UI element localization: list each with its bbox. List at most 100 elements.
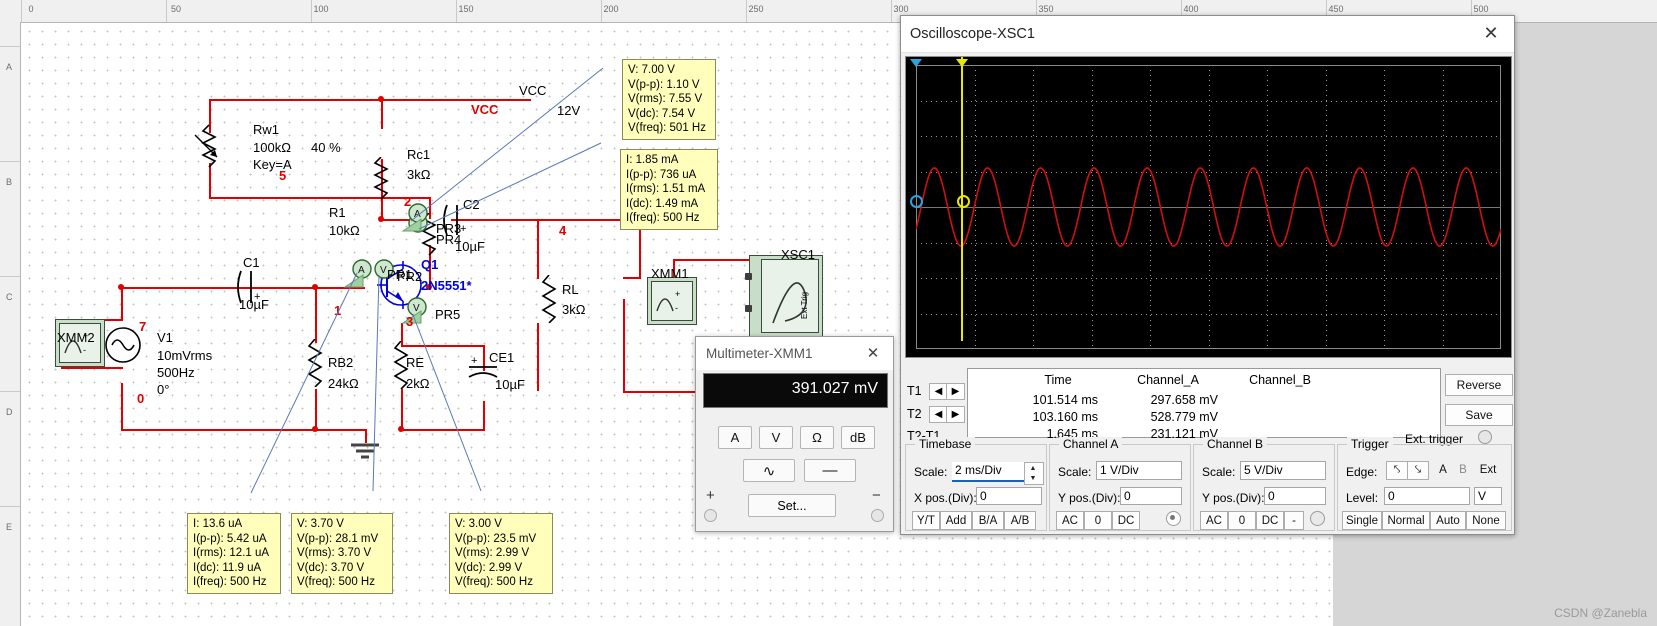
trigger-edge-rising-icon[interactable]: ⤣ — [1386, 461, 1408, 480]
channel-a-coupling-ac[interactable]: AC — [1056, 511, 1084, 530]
xsc1-terminal-b[interactable] — [745, 305, 752, 312]
circuit-label-ce1-name[interactable]: CE1 — [489, 350, 514, 365]
cursor-marker-t1-top[interactable] — [956, 59, 968, 70]
circuit-label-rc1-name[interactable]: Rc1 — [407, 147, 430, 162]
circuit-label-rb2-value[interactable]: 24kΩ — [328, 376, 359, 391]
oscilloscope-window[interactable]: Oscilloscope-XSC1 ✕ T1 ◀ ▶ T2 ◀ ▶ T2-T1 … — [900, 15, 1515, 535]
cursor-marker-left-top[interactable] — [910, 59, 922, 70]
circuit-label-v1-amp[interactable]: 10mVrms — [157, 348, 212, 363]
circuit-label-xmm1-name[interactable]: XMM1 — [651, 266, 689, 281]
circuit-label-rc1-value[interactable]: 3kΩ — [407, 167, 430, 182]
chevron-down-icon[interactable]: ▼ — [1025, 473, 1041, 483]
circuit-label-v1-freq[interactable]: 500Hz — [157, 365, 195, 380]
channel-a-ground-marker[interactable] — [910, 195, 923, 208]
circuit-label-re-name[interactable]: RE — [406, 355, 424, 370]
circuit-label-ce1-value[interactable]: 10µF — [495, 377, 525, 392]
chevron-up-icon[interactable]: ▲ — [1025, 463, 1041, 473]
circuit-label-net-1[interactable]: 1 — [334, 303, 341, 318]
circuit-label-rw1-value[interactable]: 100kΩ — [253, 140, 291, 155]
timebase-mode-ab[interactable]: A/B — [1004, 511, 1036, 530]
circuit-label-rw1-name[interactable]: Rw1 — [253, 122, 279, 137]
multimeter-mode-ac[interactable]: ∿ — [743, 459, 795, 482]
circuit-label-xmm2-name[interactable]: XMM2 — [57, 330, 95, 345]
circuit-label-net-7[interactable]: 7 — [139, 319, 146, 334]
circuit-label-q1-part[interactable]: 2N5551* — [421, 278, 472, 293]
trigger-edge-falling-icon[interactable]: ⤥ — [1407, 461, 1429, 480]
circuit-label-rl-name[interactable]: RL — [562, 282, 579, 297]
channel-b-coupling-dc[interactable]: DC — [1256, 511, 1284, 530]
circuit-label-r1-value[interactable]: 10kΩ — [329, 223, 360, 238]
circuit-label-c2-name[interactable]: C2 — [463, 197, 480, 212]
timebase-xpos-field[interactable]: 0 — [976, 487, 1042, 505]
multimeter-terminal-positive[interactable] — [704, 509, 717, 522]
rb2-resistor-symbol[interactable] — [303, 339, 329, 387]
circuit-label-vcc-voltage[interactable]: 12V — [557, 103, 580, 118]
cursor-controls[interactable]: T1 ◀ ▶ T2 ◀ ▶ T2-T1 — [905, 370, 965, 443]
channel-a-ypos-field[interactable]: 0 — [1120, 487, 1182, 505]
save-button[interactable]: Save — [1445, 404, 1513, 426]
timebase-mode-add[interactable]: Add — [940, 511, 972, 530]
circuit-label-pr4-name[interactable]: PR4 — [436, 232, 461, 247]
circuit-label-net-4[interactable]: 4 — [559, 223, 566, 238]
ext-trigger-indicator[interactable] — [1478, 430, 1492, 444]
circuit-label-rb2-name[interactable]: RB2 — [328, 355, 353, 370]
multimeter-mode-dc[interactable]: — — [804, 459, 856, 482]
timebase-scale-field[interactable]: 2 ms/Div — [952, 462, 1024, 482]
rl-resistor-symbol[interactable] — [537, 275, 563, 323]
circuit-label-net-5[interactable]: 5 — [279, 168, 286, 183]
circuit-label-c1-name[interactable]: C1 — [243, 255, 260, 270]
trigger-source-ext[interactable]: Ext — [1474, 461, 1502, 478]
circuit-label-pr2-name[interactable]: PR2 — [397, 269, 422, 284]
circuit-label-xsc1-name[interactable]: XSC1 — [781, 247, 815, 262]
circuit-label-re-value[interactable]: 2kΩ — [406, 376, 429, 391]
channel-b-coupling-ac[interactable]: AC — [1200, 511, 1228, 530]
circuit-label-rw1-percent[interactable]: 40 % — [311, 140, 341, 155]
timebase-mode-yt[interactable]: Y/T — [912, 511, 940, 530]
xsc1-terminal-a[interactable] — [745, 273, 752, 280]
circuit-label-q1-name[interactable]: Q1 — [421, 257, 438, 272]
trigger-source-a[interactable]: A — [1434, 461, 1452, 478]
circuit-label-c1-value[interactable]: 10µF — [239, 297, 269, 312]
circuit-label-vcc-red[interactable]: VCC — [471, 102, 498, 117]
cursor-t2-right-button[interactable]: ▶ — [946, 406, 965, 423]
multimeter-terminal-negative[interactable] — [871, 509, 884, 522]
circuit-label-v1-name[interactable]: V1 — [157, 330, 173, 345]
trigger-level-unit[interactable]: V — [1474, 487, 1502, 505]
cursor-t1-right-button[interactable]: ▶ — [946, 383, 965, 400]
multimeter-mode-voltage[interactable]: V — [759, 426, 793, 449]
trigger-mode-none[interactable]: None — [1466, 511, 1506, 530]
circuit-label-net-2[interactable]: 2 — [404, 194, 411, 209]
channel-b-indicator[interactable] — [1310, 511, 1325, 526]
rc1-resistor-symbol[interactable] — [369, 157, 395, 201]
channel-a-indicator[interactable] — [1166, 511, 1181, 526]
channel-b-ypos-field[interactable]: 0 — [1264, 487, 1326, 505]
timebase-scale-spinner[interactable]: ▲ ▼ — [1024, 462, 1044, 485]
trigger-source-b[interactable]: B — [1454, 461, 1472, 478]
multimeter-mode-current[interactable]: A — [718, 426, 752, 449]
reverse-button[interactable]: Reverse — [1445, 374, 1513, 396]
circuit-label-pr5-name[interactable]: PR5 — [435, 307, 460, 322]
close-icon[interactable]: ✕ — [1468, 16, 1514, 51]
rw1-potentiometer-symbol[interactable] — [191, 123, 243, 175]
trigger-mode-single[interactable]: Single — [1342, 511, 1382, 530]
trigger-mode-normal[interactable]: Normal — [1382, 511, 1430, 530]
close-icon[interactable]: ✕ — [855, 337, 891, 369]
multimeter-window[interactable]: Multimeter-XMM1 ✕ 391.027 mV A V Ω dB ∿ … — [695, 336, 894, 532]
circuit-label-r1-name[interactable]: R1 — [329, 205, 346, 220]
v1-ac-source-symbol[interactable] — [105, 323, 141, 367]
channel-a-coupling-zero[interactable]: 0 — [1084, 511, 1112, 530]
cursor-t1-handle[interactable] — [957, 195, 970, 208]
channel-b-scale-field[interactable]: 5 V/Div — [1240, 461, 1326, 480]
oscilloscope-screen[interactable] — [905, 56, 1512, 358]
multimeter-mode-resistance[interactable]: Ω — [800, 426, 834, 449]
multimeter-settings-button[interactable]: Set... — [748, 494, 836, 517]
trigger-mode-auto[interactable]: Auto — [1430, 511, 1466, 530]
channel-a-scale-field[interactable]: 1 V/Div — [1096, 461, 1182, 480]
timebase-mode-ba[interactable]: B/A — [972, 511, 1004, 530]
channel-a-coupling-dc[interactable]: DC — [1112, 511, 1140, 530]
circuit-label-rl-value[interactable]: 3kΩ — [562, 302, 585, 317]
channel-b-coupling-zero[interactable]: 0 — [1228, 511, 1256, 530]
channel-b-invert[interactable]: - — [1284, 511, 1304, 530]
multimeter-mode-decibel[interactable]: dB — [841, 426, 875, 449]
circuit-label-vcc-text[interactable]: VCC — [519, 83, 546, 98]
